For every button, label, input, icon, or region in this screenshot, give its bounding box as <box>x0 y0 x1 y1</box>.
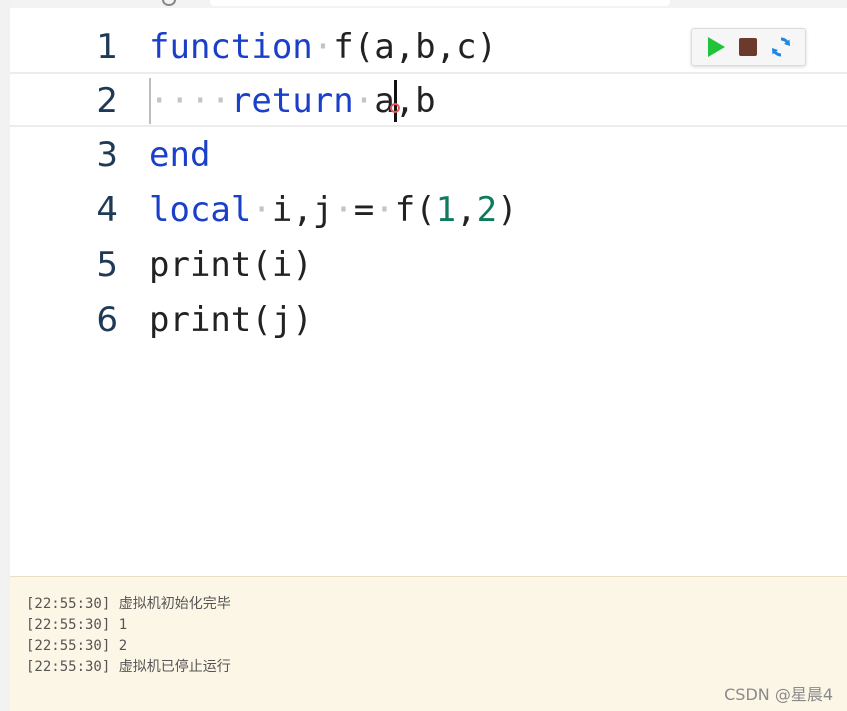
code-line[interactable]: 4 local·i,j·=·f(1,2) <box>10 183 847 238</box>
tab-status-icon <box>162 0 176 6</box>
code-token-ws: · <box>251 190 272 230</box>
output-console[interactable]: [22:55:30] 虚拟机初始化完毕 [22:55:30] 1 [22:55:… <box>10 576 847 711</box>
code-token-plain: i,j <box>271 190 334 230</box>
run-toolbar <box>691 28 806 66</box>
lua-editor-window: 1 function·f(a,b,c) 2 ····return·a,b 3 e… <box>0 0 847 711</box>
console-log-line: [22:55:30] 1 <box>26 617 128 633</box>
code-line[interactable]: 5 print(i) <box>10 238 847 293</box>
line-number: 2 <box>96 81 118 121</box>
line-code[interactable]: print(j) <box>149 293 313 348</box>
refresh-icon <box>771 37 790 57</box>
code-token-plain: , <box>456 190 477 230</box>
line-number: 6 <box>96 300 118 340</box>
line-number: 4 <box>96 190 118 230</box>
mouse-cursor-icon <box>390 103 400 113</box>
line-code[interactable]: function·f(a,b,c) <box>149 20 497 75</box>
console-log-line: [22:55:30] 虚拟机已停止运行 <box>26 659 231 675</box>
code-token-kw: return <box>230 81 354 121</box>
play-icon <box>707 37 725 57</box>
code-editor[interactable]: 1 function·f(a,b,c) 2 ····return·a,b 3 e… <box>10 8 847 576</box>
refresh-button[interactable] <box>768 34 794 60</box>
code-token-kw: local <box>149 190 252 230</box>
text-caret <box>394 80 397 122</box>
code-line[interactable]: 6 print(j) <box>10 293 847 348</box>
code-token-ws: ···· <box>149 81 231 121</box>
line-code[interactable]: print(i) <box>149 238 313 293</box>
code-token-plain: a,b <box>374 81 436 121</box>
code-token-kw: end <box>149 135 211 175</box>
run-button[interactable] <box>703 34 729 60</box>
code-token-plain: ) <box>497 190 518 230</box>
line-code[interactable]: local·i,j·=·f(1,2) <box>149 183 518 238</box>
code-token-num: 2 <box>476 190 498 230</box>
console-log-line: [22:55:30] 虚拟机初始化完毕 <box>26 596 231 612</box>
code-line[interactable]: 3 end <box>10 128 847 183</box>
code-token-ws: · <box>353 81 375 121</box>
code-token-kw: function <box>149 27 313 67</box>
breadcrumb-bar[interactable] <box>210 0 670 6</box>
console-log-line: [22:55:30] 2 <box>26 638 128 654</box>
code-token-plain: = <box>353 190 375 230</box>
line-code[interactable]: end <box>149 128 210 183</box>
line-number: 1 <box>96 27 118 67</box>
code-token-num: 1 <box>435 190 457 230</box>
stop-icon <box>739 38 758 56</box>
line-number: 5 <box>96 245 118 285</box>
code-token-plain: print(i) <box>149 245 313 285</box>
code-token-ws: · <box>374 190 395 230</box>
line-number: 3 <box>96 135 118 175</box>
code-token-plain: f( <box>394 190 436 230</box>
code-token-ws: · <box>333 190 354 230</box>
line-code[interactable]: ····return·a,b <box>149 74 436 129</box>
stop-button[interactable] <box>735 34 761 60</box>
code-token-ws: · <box>312 27 334 67</box>
watermark: CSDN @星晨4 <box>724 685 833 704</box>
code-token-plain: f(a,b,c) <box>333 27 498 67</box>
code-token-plain: print(j) <box>149 300 313 340</box>
code-line-current[interactable]: 2 ····return·a,b <box>10 72 847 127</box>
